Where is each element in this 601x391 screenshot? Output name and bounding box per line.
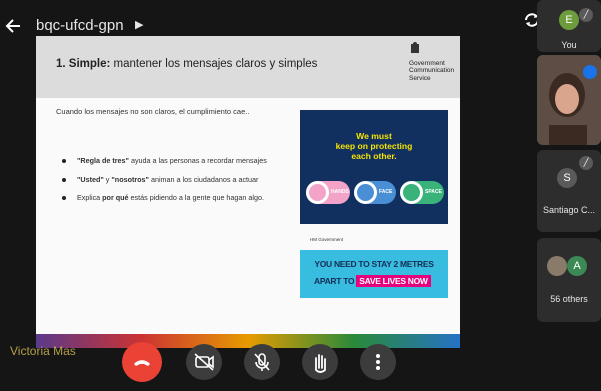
participant-name: You: [561, 40, 577, 50]
hands-face-space-poster: We must keep on protecting each other. H…: [300, 110, 448, 224]
poster2-line2: APART TO SAVE LIVES NOW: [314, 275, 431, 287]
avatar: [547, 256, 567, 276]
more-vertical-icon: [376, 354, 380, 370]
presentation-slide: 1. Simple: mantener los mensajes claros …: [36, 36, 460, 348]
hm-government-label: HM Government: [310, 237, 344, 242]
avatar: S: [557, 168, 577, 188]
poster-icon-row: HANDS FACE SPACE: [300, 181, 448, 205]
slide-bullet: "Regla de tres" ayuda a las personas a r…: [62, 155, 282, 167]
gcs-logo-line: Government: [409, 59, 445, 67]
face-icon: FACE: [354, 181, 396, 204]
more-options-button[interactable]: [360, 344, 396, 380]
slide-bullet: "Usted" y "nosotros" animan a los ciudad…: [62, 174, 282, 186]
participant-tile-you[interactable]: E ╱ You: [537, 0, 601, 52]
chevron-right-icon[interactable]: ▶: [135, 18, 143, 31]
raise-hand-button[interactable]: [302, 344, 338, 380]
royal-crest-icon: [411, 42, 419, 53]
mic-toggle-button[interactable]: [244, 344, 280, 380]
poster2-line1: YOU NEED TO STAY 2 METRES: [314, 259, 434, 269]
participant-video-tile[interactable]: [537, 55, 601, 145]
meeting-title[interactable]: bqc-ufcd-gpn: [36, 17, 124, 34]
slide-bullet-list: "Regla de tres" ayuda a las personas a r…: [62, 155, 282, 211]
slide-bullet: Explica por qué estás pidiendo a la gent…: [62, 192, 282, 204]
slide-header: 1. Simple: mantener los mensajes claros …: [36, 36, 460, 98]
gcs-logo-line: Communication: [409, 67, 455, 74]
participant-name: Santiago C...: [542, 205, 596, 215]
avatar: A: [567, 256, 587, 276]
meet-call-screen: bqc-ufcd-gpn ▶ 1. Simple: mantener los m…: [0, 0, 601, 391]
stay-2-metres-poster: YOU NEED TO STAY 2 METRES APART TO SAVE L…: [300, 250, 448, 298]
poster-headline: We must keep on protecting each other.: [335, 131, 413, 161]
speaking-indicator-icon: [583, 65, 597, 79]
participant-name: 56 others: [550, 294, 588, 304]
participant-tile-santiago[interactable]: S ╱ Santiago C...: [537, 150, 601, 232]
gcs-logo: Government Communication Service: [409, 42, 457, 88]
mic-off-icon: [254, 353, 270, 371]
space-icon: SPACE: [400, 181, 444, 204]
hands-icon: HANDS: [306, 181, 350, 204]
slide-title: 1. Simple: mantener los mensajes claros …: [56, 58, 318, 70]
participant-tile-others[interactable]: A 56 others: [537, 238, 601, 322]
hang-up-icon: [134, 360, 150, 366]
mic-off-icon: ╱: [579, 8, 593, 22]
camera-toggle-button[interactable]: [186, 344, 222, 380]
presenter-name: Victoria Mas: [10, 344, 76, 358]
end-call-button[interactable]: [122, 342, 162, 382]
gcs-logo-line: Service: [409, 74, 431, 82]
hand-icon: [315, 354, 326, 373]
slide-intro-text: Cuando los mensajes no son claros, el cu…: [56, 107, 250, 116]
back-arrow-icon[interactable]: [4, 16, 24, 36]
mic-off-icon: ╱: [579, 156, 593, 170]
camera-off-icon: [194, 353, 214, 371]
avatar: E: [559, 10, 579, 30]
